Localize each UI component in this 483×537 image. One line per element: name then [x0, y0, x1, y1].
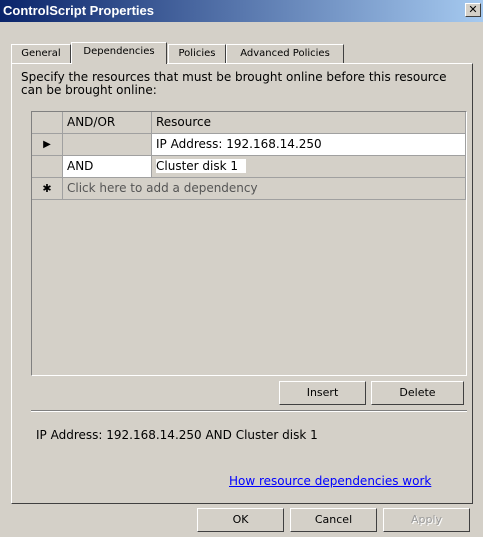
- apply-button-label: Apply: [410, 513, 443, 526]
- tab-dependencies[interactable]: Dependencies: [71, 42, 167, 64]
- separator: [31, 410, 467, 412]
- close-icon: ✕: [468, 3, 478, 16]
- tab-advanced-policies[interactable]: Advanced Policies: [226, 44, 344, 64]
- dependency-grid[interactable]: AND/OR Resource ▶ IP Address: 192.168.14…: [31, 111, 467, 376]
- ok-button-label: OK: [232, 513, 249, 526]
- grid-header: AND/OR Resource: [32, 112, 466, 134]
- new-row-asterisk-icon: ✱: [32, 178, 63, 200]
- table-row[interactable]: AND Cluster disk 1: [32, 156, 466, 178]
- andor-cell[interactable]: [63, 134, 152, 156]
- dependency-summary: IP Address: 192.168.14.250 AND Cluster d…: [36, 428, 318, 442]
- tab-general[interactable]: General: [11, 44, 71, 64]
- close-button[interactable]: ✕: [465, 3, 481, 17]
- andor-cell[interactable]: AND: [63, 156, 152, 178]
- tab-policies[interactable]: Policies: [168, 44, 226, 64]
- row-selector[interactable]: [32, 156, 63, 178]
- cancel-button[interactable]: Cancel: [290, 508, 377, 532]
- column-header-resource[interactable]: Resource: [152, 112, 466, 134]
- resource-cell[interactable]: Cluster disk 1: [152, 156, 466, 178]
- row-selector-pointer-icon[interactable]: ▶: [32, 134, 63, 156]
- ok-button[interactable]: OK: [197, 508, 284, 532]
- title-bar: ControlScript Properties ✕: [0, 0, 483, 22]
- help-link[interactable]: How resource dependencies work: [229, 474, 431, 488]
- table-row[interactable]: ▶ IP Address: 192.168.14.250: [32, 134, 466, 156]
- column-header-andor[interactable]: AND/OR: [63, 112, 152, 134]
- delete-button-label: Delete: [399, 386, 436, 399]
- apply-button: Apply: [383, 508, 470, 532]
- row-selector-header: [32, 112, 63, 134]
- instructions-text: Specify the resources that must be broug…: [21, 70, 447, 97]
- new-row[interactable]: ✱ Click here to add a dependency: [32, 178, 466, 200]
- window-title: ControlScript Properties: [3, 3, 154, 18]
- resource-cell-text: Cluster disk 1: [156, 159, 247, 173]
- add-dependency-placeholder[interactable]: Click here to add a dependency: [63, 178, 466, 200]
- cancel-button-label: Cancel: [314, 513, 353, 526]
- insert-button[interactable]: Insert: [279, 381, 366, 405]
- insert-button-label: Insert: [306, 386, 339, 399]
- resource-cell[interactable]: IP Address: 192.168.14.250: [152, 134, 466, 156]
- delete-button[interactable]: Delete: [371, 381, 464, 405]
